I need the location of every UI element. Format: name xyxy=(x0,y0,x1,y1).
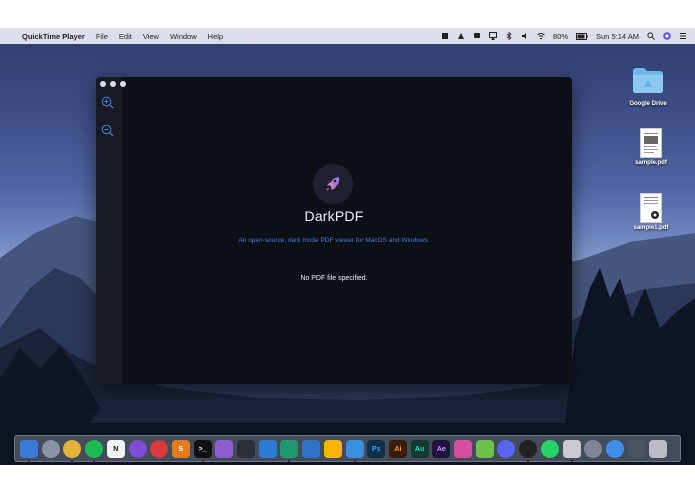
spotlight-search-icon[interactable] xyxy=(647,32,655,40)
darkpdf-window: DarkPDF An open-source, dark mode PDF vi… xyxy=(96,77,572,384)
dark-app-icon[interactable] xyxy=(237,440,255,458)
desktop-icon-label: sample1.pdf xyxy=(633,225,669,231)
purple-app-icon[interactable] xyxy=(128,440,147,458)
spotify-app-icon[interactable] xyxy=(85,440,104,458)
app-title: DarkPDF xyxy=(304,208,364,224)
vscode-app-icon[interactable] xyxy=(258,440,277,458)
menu-edit[interactable]: Edit xyxy=(119,32,132,41)
volume-icon[interactable] xyxy=(521,32,529,40)
running-indicator xyxy=(288,460,291,462)
pdf-file-icon xyxy=(640,193,662,223)
close-window-button[interactable] xyxy=(100,81,106,87)
running-indicator xyxy=(71,460,74,462)
zoom-out-icon[interactable] xyxy=(101,124,114,137)
app-tagline: An open-source, dark mode PDF viewer for… xyxy=(238,237,430,244)
stop-recording-icon[interactable] xyxy=(441,32,449,40)
notion-app-icon[interactable]: N xyxy=(106,440,125,458)
airplay-icon[interactable] xyxy=(489,32,498,40)
running-indicator xyxy=(353,460,356,462)
zoom-in-icon[interactable] xyxy=(101,96,114,109)
menu-bar: QuickTime Player File Edit View Window H… xyxy=(0,28,695,44)
desktop-icon-label: sample.pdf xyxy=(635,160,667,166)
running-indicator xyxy=(28,460,30,462)
siri-icon[interactable] xyxy=(663,32,671,40)
running-indicator xyxy=(570,460,573,462)
terminal-app-icon[interactable]: >_ xyxy=(193,440,212,458)
app-status-icon[interactable] xyxy=(457,32,465,40)
audition-app-icon[interactable]: Au xyxy=(410,440,429,458)
wifi-icon[interactable] xyxy=(537,32,545,40)
bluetooth-icon[interactable] xyxy=(505,32,513,40)
desktop-icon-google-drive[interactable]: Google Drive xyxy=(621,66,675,107)
menu-view[interactable]: View xyxy=(143,32,159,41)
whatsapp-app-icon[interactable] xyxy=(540,440,559,458)
obs-app-icon[interactable] xyxy=(519,440,538,458)
trash-icon[interactable] xyxy=(649,440,668,458)
sublime-app-icon[interactable]: S xyxy=(171,440,190,458)
zoom-window-button[interactable] xyxy=(120,81,126,87)
safari-app-icon[interactable] xyxy=(605,440,624,458)
photoshop-app-icon[interactable]: Ps xyxy=(367,440,386,458)
colorful-app-icon[interactable] xyxy=(454,440,472,458)
menubar-clock[interactable]: Sun 5:14 AM xyxy=(596,32,639,41)
app-menu[interactable]: QuickTime Player xyxy=(22,32,85,41)
menu-file[interactable]: File xyxy=(96,32,108,41)
menu-window[interactable]: Window xyxy=(170,32,197,41)
running-indicator xyxy=(527,460,530,462)
launchpad-app-icon[interactable] xyxy=(41,440,60,458)
pdf-preview-icon xyxy=(644,197,659,219)
app-logo xyxy=(313,164,353,204)
folder-icon xyxy=(633,68,663,93)
desktop-icon-sample-pdf[interactable]: sample.pdf xyxy=(624,128,678,166)
file-status-message: No PDF file specified. xyxy=(300,275,368,282)
preview-app-icon[interactable] xyxy=(562,440,581,458)
rocket-icon xyxy=(326,177,340,191)
running-indicator xyxy=(93,460,96,462)
finder-app-icon[interactable] xyxy=(20,440,38,458)
battery-icon[interactable] xyxy=(576,32,588,40)
dock: N S >_ Ps Ai Au Ae xyxy=(14,435,681,462)
red-app-icon[interactable] xyxy=(150,440,169,458)
menu-help[interactable]: Help xyxy=(208,32,223,41)
chrome-app-icon[interactable] xyxy=(63,440,82,458)
running-indicator xyxy=(201,460,204,462)
sourcetree-app-icon[interactable] xyxy=(302,440,321,458)
aftereffects-app-icon[interactable]: Ae xyxy=(432,440,451,458)
sketch-app-icon[interactable] xyxy=(323,440,342,458)
github-app-icon[interactable] xyxy=(215,440,234,458)
pdf-preview-icon xyxy=(644,133,658,153)
desktop-icon-label: Google Drive xyxy=(629,101,667,107)
xcode-app-icon[interactable] xyxy=(345,440,364,458)
illustrator-app-icon[interactable]: Ai xyxy=(388,440,407,458)
desktop-icon-sample1-pdf[interactable]: sample1.pdf xyxy=(624,193,678,231)
android-app-icon[interactable] xyxy=(475,440,494,458)
downloads-stack-icon[interactable] xyxy=(627,440,646,458)
pdf-file-icon xyxy=(640,128,662,158)
discord-app-icon[interactable] xyxy=(497,440,516,458)
chat-status-icon[interactable] xyxy=(473,32,481,40)
system-preferences-app-icon[interactable] xyxy=(584,440,603,458)
minimize-window-button[interactable] xyxy=(110,81,116,87)
pycharm-app-icon[interactable] xyxy=(280,440,299,458)
notification-center-icon[interactable] xyxy=(679,32,687,40)
battery-percent[interactable]: 80% xyxy=(553,32,568,41)
